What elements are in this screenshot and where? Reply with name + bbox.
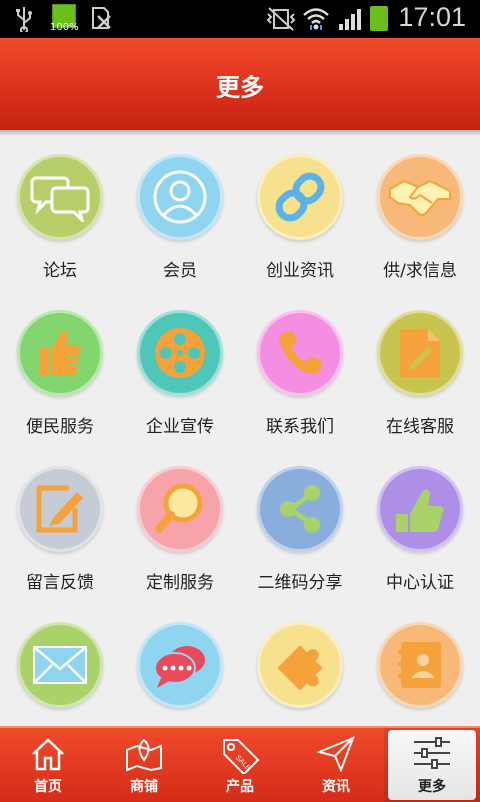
share-icon — [257, 466, 343, 552]
battery-percent-text: 100% — [50, 22, 79, 33]
grid-item-label: 联系我们 — [266, 417, 334, 437]
grid-item-public-service[interactable]: 便民服务 — [0, 286, 120, 442]
grid-item-label: 供/求信息 — [383, 261, 457, 281]
status-bar: 100% 17:01 — [0, 0, 480, 38]
grid-item-mail[interactable] — [0, 598, 120, 726]
vibrate-icon — [266, 7, 296, 31]
tab-label: 产品 — [226, 779, 254, 795]
grid-item-label: 定制服务 — [146, 573, 214, 593]
grid-item-forum[interactable]: 论坛 — [0, 130, 120, 286]
settings-sliders-icon — [414, 737, 450, 769]
clock: 17:01 — [398, 2, 466, 32]
tab-shops[interactable]: 商铺 — [96, 728, 192, 802]
feature-grid: 论坛 会员 创业资讯 供/求信息 便民服务 企业宣传 联系我们 在线客服 留言反… — [0, 130, 480, 726]
speech-bubble-icon — [137, 622, 223, 708]
tab-products[interactable]: SALE 产品 — [192, 728, 288, 802]
grid-item-message[interactable] — [120, 598, 240, 726]
mail-icon — [17, 622, 103, 708]
grid-item-label: 中心认证 — [386, 573, 454, 593]
document-edit-icon — [377, 310, 463, 396]
grid-item-label: 企业宣传 — [146, 417, 214, 437]
grid-item-custom-service[interactable]: 定制服务 — [120, 442, 240, 598]
magnifier-icon — [137, 466, 223, 552]
film-reel-icon — [137, 310, 223, 396]
grid-item-label: 会员 — [163, 261, 197, 281]
grid-item-label: 在线客服 — [386, 417, 454, 437]
wifi-icon — [303, 8, 329, 30]
link-icon — [257, 154, 343, 240]
handshake-icon — [377, 154, 463, 240]
grid-item-label: 创业资讯 — [266, 261, 334, 281]
home-icon — [32, 738, 64, 771]
grid-item-contacts[interactable] — [360, 598, 480, 726]
app-header: 更多 — [0, 38, 480, 136]
thumbs-up-icon — [17, 310, 103, 396]
grid-item-contact-us[interactable]: 联系我们 — [240, 286, 360, 442]
tab-home[interactable]: 首页 — [0, 728, 96, 802]
grid-item-feedback[interactable]: 留言反馈 — [0, 442, 120, 598]
sim-card-icon — [92, 7, 111, 29]
sale-tag-icon: SALE — [223, 739, 260, 774]
tab-news[interactable]: 资讯 — [288, 728, 384, 802]
bottom-tab-bar: 首页 商铺 SALE 产品 资讯 更多 — [0, 726, 480, 802]
chat-bubbles-icon — [17, 154, 103, 240]
thumbs-up-icon — [377, 466, 463, 552]
grid-item-qrcode-share[interactable]: 二维码分享 — [240, 442, 360, 598]
usb-icon — [16, 7, 32, 32]
phone-icon — [257, 310, 343, 396]
grid-item-label: 便民服务 — [26, 417, 94, 437]
grid-item-online-support[interactable]: 在线客服 — [360, 286, 480, 442]
tab-more[interactable]: 更多 — [384, 728, 480, 802]
grid-item-label: 二维码分享 — [257, 573, 343, 593]
tab-label: 资讯 — [322, 779, 350, 795]
battery-icon — [370, 6, 388, 31]
grid-item-puzzle[interactable] — [240, 598, 360, 726]
send-icon — [317, 736, 355, 772]
grid-item-member[interactable]: 会员 — [120, 130, 240, 286]
grid-item-certification[interactable]: 中心认证 — [360, 442, 480, 598]
puzzle-icon — [257, 622, 343, 708]
page-title: 更多 — [216, 73, 264, 102]
tab-label: 更多 — [418, 779, 446, 795]
tab-label: 商铺 — [130, 779, 158, 795]
grid-item-label: 留言反馈 — [26, 573, 94, 593]
grid-item-label: 论坛 — [43, 261, 77, 281]
edit-icon — [17, 466, 103, 552]
tab-label: 首页 — [34, 779, 62, 795]
user-icon — [137, 154, 223, 240]
signal-icon — [339, 9, 361, 30]
map-icon — [126, 738, 162, 772]
grid-item-business-news[interactable]: 创业资讯 — [240, 130, 360, 286]
grid-item-enterprise-promo[interactable]: 企业宣传 — [120, 286, 240, 442]
grid-item-supply-demand[interactable]: 供/求信息 — [360, 130, 480, 286]
contacts-icon — [377, 622, 463, 708]
